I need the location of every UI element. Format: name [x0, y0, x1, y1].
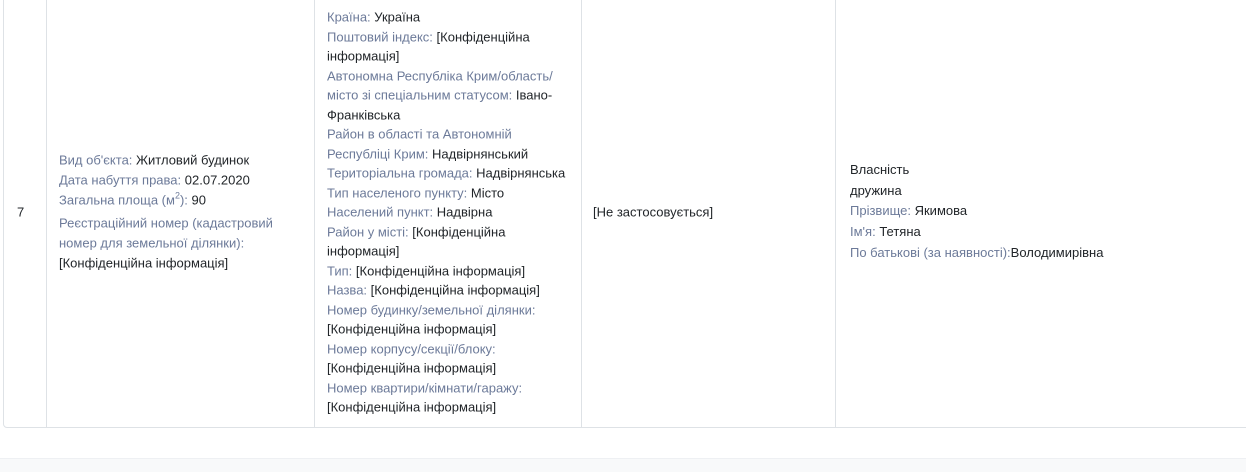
address-item: Район в області та Автономній Республіці… — [327, 124, 577, 163]
address-item-value: Надвірнянський — [432, 145, 529, 161]
address-item-label: Номер корпусу/секції/блоку: — [327, 340, 496, 356]
surname-label: Прізвище: — [850, 203, 911, 219]
address-item-value: Україна — [374, 9, 421, 25]
patronymic-label: По батькові (за наявності): — [850, 245, 1011, 261]
next-row-strip — [0, 458, 1246, 472]
cost-value: [Не застосовується] — [593, 204, 714, 220]
address-item: Тип населеного пункту: Місто — [327, 183, 577, 203]
address-item: Номер будинку/земельної ділянки: [Конфід… — [327, 300, 577, 339]
total-area-value: 90 — [191, 192, 207, 208]
acquisition-date-line: Дата набуття права: 02.07.2020 — [59, 171, 306, 191]
right-type: Власність — [850, 162, 910, 178]
address-item-value: [Конфіденційна інформація] — [327, 399, 497, 415]
address-item-value: Надвірнянська — [476, 165, 566, 181]
patronymic-line: По батькові (за наявності):Володимирівна — [850, 243, 1246, 264]
acquisition-date-label: Дата набуття права: — [59, 172, 182, 188]
address-item-value: Місто — [470, 184, 505, 200]
registration-number-label: Реєстраційний номер (кадастровий номер д… — [59, 215, 273, 251]
total-area-line: Загальна площа (м2): 90 — [59, 191, 306, 211]
object-type-label: Вид об'єкта: — [59, 152, 133, 168]
address-item-label: Тип: — [327, 262, 353, 278]
registration-number-value: [Конфіденційна інформація] — [59, 255, 229, 271]
patronymic-value: Володимирівна — [1010, 245, 1104, 261]
address-item-label: Номер будинку/земельної ділянки: — [327, 301, 536, 317]
object-type-line: Вид об'єкта: Житловий будинок — [59, 150, 306, 170]
address-item-label: Поштовий індекс: — [327, 28, 433, 44]
object-type-value: Житловий будинок — [136, 152, 250, 168]
address-item-value: Надвірна — [436, 204, 493, 220]
address-item-label: Тип населеного пункту: — [327, 184, 468, 200]
declaration-page: 7 Вид об'єкта: Житловий будинок Дата наб… — [0, 0, 1246, 472]
cost-cell: [Не застосовується] — [582, 0, 836, 427]
address-item: Назва: [Конфіденційна інформація] — [327, 280, 577, 300]
address-item: Територіальна громада: Надвірнянська — [327, 163, 577, 183]
address-item-label: Район у місті: — [327, 223, 409, 239]
total-area-label: Загальна площа (м2): — [59, 190, 188, 208]
address-item-label: Населений пункт: — [327, 204, 434, 220]
address-item: Поштовий індекс: [Конфіденційна інформац… — [327, 27, 577, 66]
address-item-value: [Конфіденційна інформація] — [370, 282, 540, 298]
object-info-cell: Вид об'єкта: Житловий будинок Дата набут… — [47, 0, 315, 427]
surname-line: Прізвище: Якимова — [850, 202, 1246, 223]
table-row: 7 Вид об'єкта: Житловий будинок Дата наб… — [4, 0, 1246, 427]
address-item: Населений пункт: Надвірна — [327, 202, 577, 222]
address-item: Район у місті: [Конфіденційна інформація… — [327, 222, 577, 261]
row-number-cell: 7 — [4, 0, 47, 427]
property-table: 7 Вид об'єкта: Житловий будинок Дата наб… — [3, 0, 1246, 428]
address-item: Автономна Республіка Крим/область/ місто… — [327, 66, 577, 125]
address-item: Країна: Україна — [327, 7, 577, 27]
registration-number-line: Реєстраційний номер (кадастровий номер д… — [59, 213, 306, 274]
address-item: Номер корпусу/секції/блоку: [Конфіденцій… — [327, 339, 577, 378]
address-item-label: Територіальна громада: — [327, 165, 473, 181]
address-item-value: [Конфіденційна інформація] — [327, 360, 497, 376]
acquisition-date-value: 02.07.2020 — [184, 172, 250, 188]
name-line: Ім'я: Тетяна — [850, 222, 1246, 243]
surname-value: Якимова — [914, 203, 968, 219]
owner-relation: дружина — [850, 182, 902, 198]
address-item-label: Країна: — [327, 9, 371, 25]
address-item-value: [Конфіденційна інформація] — [355, 262, 526, 278]
address-item-label: Назва: — [327, 282, 368, 298]
address-item-label: Номер квартири/кімнати/гаражу: — [327, 379, 523, 395]
address-item-value: [Конфіденційна інформація] — [327, 321, 497, 337]
name-label: Ім'я: — [850, 224, 876, 240]
address-cell: Країна: Україна Поштовий індекс: [Конфіде… — [315, 0, 582, 427]
row-number: 7 — [17, 204, 25, 220]
address-item: Тип: [Конфіденційна інформація] — [327, 261, 577, 281]
owner-cell: Власність дружина Прізвище: Якимова Ім'я… — [836, 0, 1246, 427]
address-list: Країна: Україна Поштовий індекс: [Конфіде… — [327, 7, 577, 417]
address-item: Номер квартири/кімнати/гаражу: [Конфіден… — [327, 378, 577, 417]
name-value: Тетяна — [879, 224, 921, 240]
